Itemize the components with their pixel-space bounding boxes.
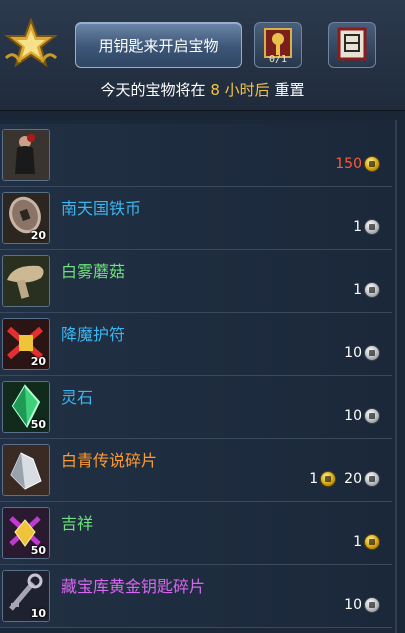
price-value: 1 bbox=[353, 282, 362, 298]
iron-coin-icon: 20 bbox=[2, 192, 50, 244]
item-price: 150 bbox=[335, 156, 380, 172]
price-value: 20 bbox=[344, 471, 362, 487]
reset-notice: 今天的宝物将在 8 小时后 重置 bbox=[0, 79, 405, 100]
talisman-icon: 20 bbox=[2, 318, 50, 370]
item-price: 10 bbox=[344, 408, 380, 424]
silver-coin-icon bbox=[364, 219, 380, 235]
item-name: 白青传说碎片 bbox=[61, 451, 158, 470]
silver-coin-icon bbox=[364, 597, 380, 613]
price-value: 150 bbox=[335, 156, 362, 172]
gold-coin-icon bbox=[364, 156, 380, 172]
spirit-stone-icon: 50 bbox=[2, 381, 50, 433]
costume-icon bbox=[2, 129, 50, 181]
item-price: 10 bbox=[344, 345, 380, 361]
item-name: 南天国铁币 bbox=[61, 199, 142, 218]
gold-coin-icon bbox=[320, 471, 337, 487]
gold-coin-icon bbox=[364, 534, 380, 550]
list-item[interactable]: 20 南天国铁币 1 bbox=[0, 187, 392, 250]
item-name: 降魔护符 bbox=[61, 325, 126, 344]
item-price: 1 bbox=[353, 282, 380, 298]
treasure-key-button[interactable]: 0/1 bbox=[254, 22, 302, 68]
price-value: 10 bbox=[344, 408, 362, 424]
reset-suffix: 重置 bbox=[274, 81, 305, 99]
open-treasure-button[interactable]: 用钥匙来开启宝物 bbox=[75, 22, 242, 68]
item-name: 吉祥 bbox=[61, 514, 94, 533]
price-value: 1 bbox=[353, 534, 362, 550]
golden-key-shard-icon: 10 bbox=[2, 570, 50, 622]
list-item[interactable]: 白青传说碎片 1 20 bbox=[0, 439, 392, 502]
mushroom-icon bbox=[2, 255, 50, 307]
treasure-header: 用钥匙来开启宝物 0/1 今天的宝物将在 8 小时后 重置 bbox=[0, 0, 405, 111]
price-value: 10 bbox=[344, 597, 362, 613]
list-item[interactable]: 白雾蘑菇 1 bbox=[0, 250, 392, 313]
treasure-list: 150 20 南天国铁币 1 白雾蘑菇 1 20 降魔护符 10 50 灵石 1… bbox=[0, 120, 397, 633]
list-item[interactable]: 50 灵石 10 bbox=[0, 376, 392, 439]
reset-hours: 8 小时后 bbox=[210, 81, 270, 99]
price-value: 10 bbox=[344, 345, 362, 361]
item-quantity: 50 bbox=[30, 418, 46, 431]
list-item[interactable]: 50 吉祥 1 bbox=[0, 502, 392, 565]
item-quantity: 50 bbox=[30, 544, 46, 557]
merchant-banner-icon bbox=[337, 27, 367, 61]
item-price: 1 bbox=[353, 534, 380, 550]
item-name: 灵石 bbox=[61, 388, 94, 407]
reset-prefix: 今天的宝物将在 bbox=[100, 81, 206, 99]
item-quantity: 20 bbox=[30, 355, 46, 368]
item-quantity: 10 bbox=[30, 607, 46, 620]
treasure-shop-button[interactable] bbox=[328, 22, 376, 68]
legend-shard-icon bbox=[2, 444, 50, 496]
lucky-charm-icon: 50 bbox=[2, 507, 50, 559]
silver-coin-icon bbox=[364, 408, 380, 424]
item-price: 1 20 bbox=[309, 471, 380, 487]
silver-coin-icon bbox=[364, 471, 380, 487]
item-quantity: 20 bbox=[30, 229, 46, 242]
key-count: 0/1 bbox=[268, 54, 288, 65]
star-emblem-icon bbox=[4, 17, 58, 72]
list-item[interactable]: 150 bbox=[0, 124, 392, 187]
list-item[interactable]: 20 降魔护符 10 bbox=[0, 313, 392, 376]
item-name: 白雾蘑菇 bbox=[61, 262, 126, 281]
item-name: 藏宝库黄金钥匙碎片 bbox=[61, 577, 206, 596]
list-item[interactable]: 10 藏宝库黄金钥匙碎片 10 bbox=[0, 565, 392, 628]
silver-coin-icon bbox=[364, 282, 380, 298]
price-gold-value: 1 bbox=[309, 471, 319, 487]
item-price: 1 bbox=[353, 219, 380, 235]
price-value: 1 bbox=[353, 219, 362, 235]
silver-coin-icon bbox=[364, 345, 380, 361]
item-price: 10 bbox=[344, 597, 380, 613]
